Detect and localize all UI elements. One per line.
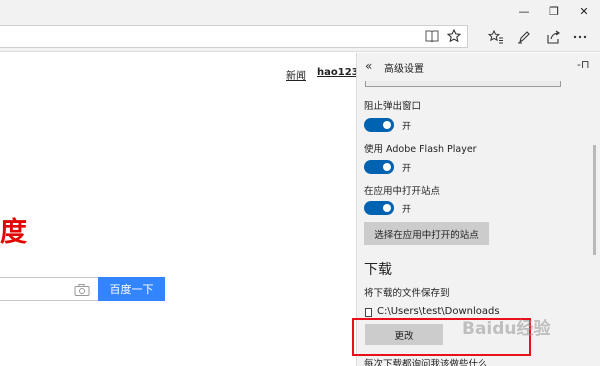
block-popups-toggle[interactable]	[364, 118, 394, 132]
search-button[interactable]: 百度一下	[98, 277, 165, 301]
watermark: Baidu经验	[462, 319, 551, 339]
favorite-star-icon[interactable]	[443, 26, 465, 46]
toggle-knob	[383, 121, 391, 129]
address-bar[interactable]	[0, 25, 468, 48]
scroll-thumb[interactable]	[593, 145, 596, 255]
web-page: 新闻 hao123 度 百度一下	[0, 53, 359, 366]
panel-title: 高级设置	[384, 64, 424, 75]
minimize-button[interactable]: —	[509, 0, 539, 22]
choose-apps-button[interactable]: 选择在应用中打开的站点	[364, 222, 489, 245]
open-in-apps-toggle[interactable]	[364, 201, 394, 215]
pin-icon[interactable]: -⊓	[577, 58, 590, 71]
open-in-apps-state: 开	[402, 205, 412, 215]
web-note-icon[interactable]	[513, 27, 535, 47]
back-icon[interactable]: «	[365, 59, 372, 73]
more-icon[interactable]	[569, 27, 591, 47]
camera-icon[interactable]	[74, 283, 90, 296]
reading-view-icon[interactable]	[421, 26, 443, 46]
toggle-knob	[383, 163, 391, 171]
flash-label: 使用 Adobe Flash Player	[364, 144, 477, 155]
open-in-apps-label: 在应用中打开站点	[364, 186, 441, 197]
restore-button[interactable]: ❐	[539, 0, 569, 22]
news-link[interactable]: 新闻	[286, 67, 306, 82]
browser-toolbar	[0, 22, 600, 52]
block-popups-label: 阻止弹出窗口	[364, 101, 422, 112]
close-window-button[interactable]: ✕	[569, 0, 599, 22]
flash-toggle[interactable]	[364, 160, 394, 174]
title-bar: — ❐ ✕	[0, 0, 600, 22]
save-to-label: 将下载的文件保存到	[364, 288, 450, 299]
clipped-control	[365, 81, 561, 87]
ask-each-download-label: 每次下载都询问我该做些什么	[364, 359, 488, 366]
panel-scrollbar[interactable]	[593, 75, 596, 366]
toggle-knob	[383, 204, 391, 212]
flash-state: 开	[402, 164, 412, 174]
file-icon	[365, 308, 372, 317]
hao123-link[interactable]: hao123	[317, 67, 359, 78]
block-popups-state: 开	[402, 122, 412, 132]
favorites-hub-icon[interactable]	[485, 27, 507, 47]
share-icon[interactable]	[542, 27, 564, 47]
downloads-title: 下载	[364, 262, 392, 278]
baidu-logo: 度	[0, 217, 27, 248]
